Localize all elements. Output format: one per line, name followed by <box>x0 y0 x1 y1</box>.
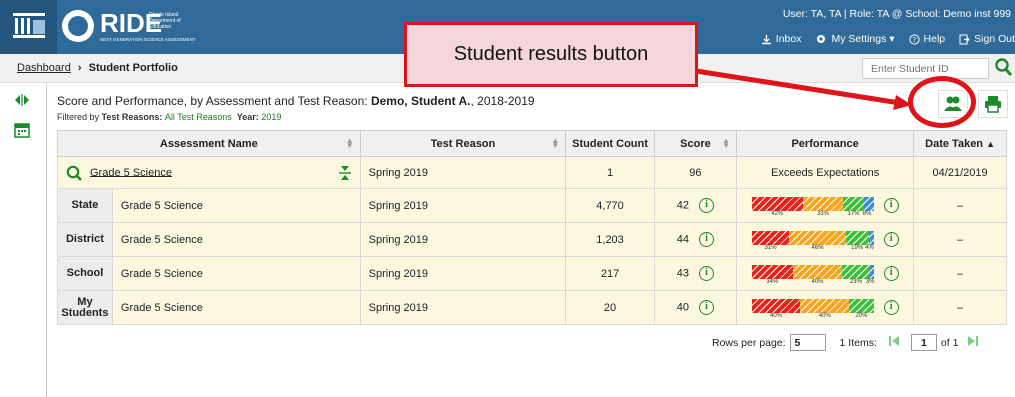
annotation-ring <box>908 76 976 128</box>
app-root: RIDE Rhode Island Department of Educatio… <box>0 0 1015 397</box>
annotation-callout: Student results button <box>404 22 698 87</box>
